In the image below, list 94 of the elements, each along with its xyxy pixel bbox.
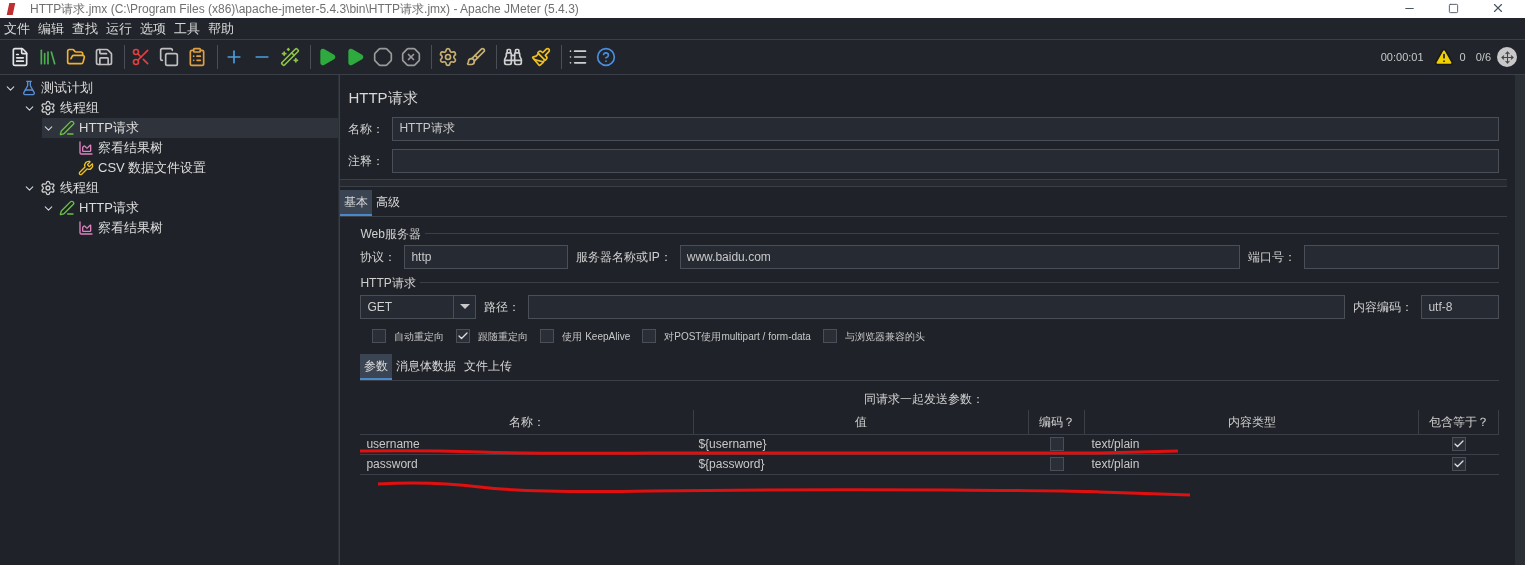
table-caption: 同请求一起发送参数： [863, 390, 984, 408]
tab[interactable]: 参数 [360, 353, 393, 380]
menu-item[interactable]: 选项 [140, 18, 166, 39]
column-header[interactable]: 编码？ [1029, 409, 1086, 434]
checkbox[interactable] [540, 329, 555, 343]
menu-item[interactable]: 帮助 [208, 18, 234, 39]
caret-icon [459, 304, 470, 309]
window-title: HTTP请求.jmx (C:\Program Files (x86)\apache-jmeter-5.4.3\bin\HTTP请求.jmx) - Apache JMeter (5.4.3) [30, 3, 579, 15]
checkbox[interactable] [822, 329, 837, 343]
tab[interactable]: 高级 [372, 189, 405, 216]
method-dropdown[interactable]: GET [360, 294, 477, 319]
table-cell-text: text/plain [1090, 436, 1141, 453]
tree-item[interactable]: 线程组 [23, 178, 338, 198]
app-icon [6, 3, 16, 15]
column-header[interactable]: 名称： [360, 409, 695, 434]
option-label: 跟随重定向 [478, 329, 529, 344]
comment-field[interactable] [392, 148, 1500, 173]
field-label: 协议： [360, 248, 397, 266]
checkbox[interactable] [1452, 457, 1467, 471]
tree-label: CSV 数据文件设置 [98, 159, 207, 178]
port-field[interactable] [1303, 244, 1500, 269]
column-header[interactable]: 值 [694, 409, 1030, 434]
option-label: 与浏览器兼容的头 [844, 329, 925, 344]
copy-icon[interactable] [157, 45, 181, 69]
menu-item[interactable]: 查找 [72, 18, 98, 39]
thread-count: 0/6 [1475, 49, 1491, 65]
tab[interactable]: 文件上传 [460, 353, 517, 380]
table-cell-text: ${password} [697, 456, 766, 473]
tree-item[interactable]: 线程组 [23, 98, 338, 118]
shutdown-icon[interactable] [399, 45, 423, 69]
tab[interactable]: 消息体数据 [392, 353, 461, 380]
tree-label: 线程组 [60, 179, 99, 198]
menu-item[interactable]: 编辑 [38, 18, 64, 39]
tab[interactable]: 基本 [340, 189, 373, 216]
section-legend: HTTP请求 [360, 273, 416, 292]
help-icon[interactable] [594, 45, 618, 69]
checkbox[interactable] [456, 329, 471, 343]
column-header[interactable]: 内容类型 [1085, 409, 1420, 434]
field-label: 名称： [348, 120, 385, 138]
elapsed-time: 00:00:01 [1380, 49, 1424, 65]
checkbox[interactable] [1050, 437, 1065, 451]
chart-icon [78, 140, 94, 156]
maximize-icon[interactable] [1448, 2, 1459, 14]
field-label: 内容编码： [1353, 298, 1414, 316]
flask-icon [21, 80, 37, 96]
table-cell-text: text/plain [1090, 456, 1141, 473]
table-row[interactable]: username ${username} text/plain [360, 434, 1500, 455]
tree-item[interactable]: HTTP请求 [42, 118, 338, 138]
panel-title: HTTP请求 [348, 88, 419, 108]
protocol-field[interactable]: http [404, 244, 569, 269]
field-label: 路径： [484, 298, 521, 316]
section-legend: Web服务器 [360, 224, 421, 243]
tree-item[interactable]: CSV 数据文件设置 [61, 158, 338, 178]
path-field[interactable] [528, 294, 1346, 319]
table-cell-text: username [365, 436, 421, 453]
menu-item[interactable]: 运行 [106, 18, 132, 39]
column-header[interactable]: 包含等于？ [1419, 409, 1500, 434]
warning-icon[interactable] [1433, 47, 1454, 67]
tree-label: HTTP请求 [79, 199, 139, 218]
wrench-icon [78, 160, 94, 176]
tree-item[interactable]: 察看结果树 [61, 138, 338, 158]
table-cell-text: ${username} [697, 436, 768, 453]
option-label: 自动重定向 [394, 329, 445, 344]
tree-item[interactable]: 测试计划 [4, 78, 338, 98]
checkbox[interactable] [1050, 457, 1065, 471]
tree-item[interactable]: 察看结果树 [61, 218, 338, 238]
checkbox[interactable] [1452, 437, 1467, 451]
table-cell-text: password [365, 456, 419, 473]
chart-icon [78, 220, 94, 236]
tree-label: HTTP请求 [79, 119, 139, 138]
name-field[interactable]: HTTP请求 [392, 116, 1500, 141]
field-label: 端口号： [1247, 248, 1296, 266]
tree-item[interactable]: HTTP请求 [42, 198, 338, 218]
server-field[interactable]: www.baidu.com [679, 244, 1240, 269]
tree-label: 线程组 [60, 99, 99, 118]
menu-item[interactable]: 工具 [174, 18, 200, 39]
option-label: 对POST使用multipart / form-data [664, 329, 811, 344]
checkbox[interactable] [642, 329, 657, 343]
encoding-field[interactable]: utf-8 [1421, 294, 1500, 319]
gear-icon [40, 180, 56, 196]
gear-icon [40, 100, 56, 116]
field-label: 服务器名称或IP： [576, 248, 672, 266]
close-icon[interactable] [1491, 1, 1505, 15]
checkbox[interactable] [372, 329, 387, 343]
option-label: 使用 KeepAlive [562, 329, 631, 344]
menu-item[interactable]: 文件 [4, 18, 30, 39]
tree-label: 测试计划 [41, 79, 93, 98]
table-row[interactable]: password ${password} text/plain [360, 454, 1500, 475]
scrollbar[interactable] [1515, 75, 1525, 565]
tree-label: 察看结果树 [98, 219, 163, 238]
stop-icon[interactable] [371, 45, 395, 69]
error-count: 0 [1459, 49, 1466, 65]
tree-label: 察看结果树 [98, 139, 163, 158]
field-label: 注释： [348, 152, 385, 170]
